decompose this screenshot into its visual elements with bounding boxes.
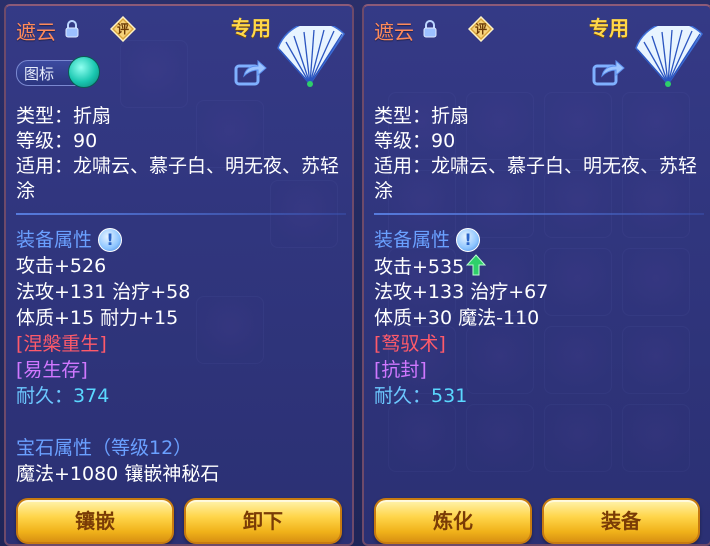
special-effect: [易生存] <box>16 359 88 381</box>
attr-section-title: 装备属性 <box>16 229 93 251</box>
share-icon[interactable] <box>234 58 268 86</box>
durability-label: 耐久： <box>16 385 74 407</box>
durability: 耐久：531 <box>374 384 467 409</box>
stat-line-3: 体质+15 耐力+15 <box>16 307 179 329</box>
equipment-tooltip-compare: 遮云 评 专用 类型：折扇 等级：90 适用：龙啸云、慕子白、明无夜、苏轻涂 装… <box>362 4 710 546</box>
stat-line-2: 法攻+131 治疗+58 <box>16 281 191 303</box>
item-name: 遮云 <box>16 20 56 44</box>
durability: 耐久：374 <box>16 384 109 409</box>
item-level: 等级：90 <box>374 130 456 152</box>
unequip-button[interactable]: 卸下 <box>184 498 342 544</box>
special-skill: [涅槃重生] <box>16 333 107 355</box>
info-exclamation-icon[interactable]: ! <box>456 228 480 252</box>
special-effect: [抗封] <box>374 359 427 381</box>
folding-fan-item-icon <box>635 26 703 87</box>
item-name: 遮云 <box>374 20 414 44</box>
toggle-knob[interactable] <box>68 56 100 88</box>
exclusive-label: 专用 <box>231 16 271 40</box>
item-applicable: 适用：龙啸云、慕子白、明无夜、苏轻涂 <box>374 155 698 202</box>
evaluate-badge-icon[interactable]: 评 <box>467 15 495 43</box>
attr-section-title: 装备属性 <box>374 229 451 251</box>
stat-up-arrow-icon <box>466 254 487 276</box>
equip-button[interactable]: 装备 <box>542 498 700 544</box>
durability-value: 374 <box>73 385 110 407</box>
gem-section-title: 宝石属性（等级12） <box>16 437 193 459</box>
lock-icon <box>423 20 437 38</box>
divider <box>374 213 704 215</box>
refine-button[interactable]: 炼化 <box>374 498 532 544</box>
item-type: 类型：折扇 <box>374 105 470 127</box>
icon-toggle[interactable]: 图标 <box>16 56 100 88</box>
special-skill: [驽驭术] <box>374 333 446 355</box>
stat-attack: 攻击+535 <box>374 254 487 280</box>
durability-value: 531 <box>431 385 468 407</box>
stat-attack: 攻击+526 <box>16 255 107 277</box>
inlay-button[interactable]: 镶嵌 <box>16 498 174 544</box>
item-level: 等级：90 <box>16 130 98 152</box>
item-applicable: 适用：龙啸云、慕子白、明无夜、苏轻涂 <box>16 155 340 202</box>
folding-fan-item-icon <box>277 26 345 87</box>
share-icon[interactable] <box>592 58 626 86</box>
info-exclamation-icon[interactable]: ! <box>98 228 122 252</box>
item-type: 类型：折扇 <box>16 105 112 127</box>
evaluate-badge-icon[interactable]: 评 <box>109 15 137 43</box>
divider <box>16 213 346 215</box>
stat-attack-text: 攻击+535 <box>374 256 465 278</box>
exclusive-label: 专用 <box>589 16 629 40</box>
gem-detail: 魔法+1080 镶嵌神秘石 <box>16 463 220 485</box>
durability-label: 耐久： <box>374 385 432 407</box>
icon-toggle-label: 图标 <box>24 65 55 83</box>
equipment-tooltip-current: 遮云 评 专用 图标 类型：折扇 等级：90 适用：龙啸云、慕子白、明无夜、苏轻… <box>4 4 354 546</box>
stat-line-3: 体质+30 魔法-110 <box>374 307 540 329</box>
stat-line-2: 法攻+133 治疗+67 <box>374 281 549 303</box>
lock-icon <box>65 20 79 38</box>
